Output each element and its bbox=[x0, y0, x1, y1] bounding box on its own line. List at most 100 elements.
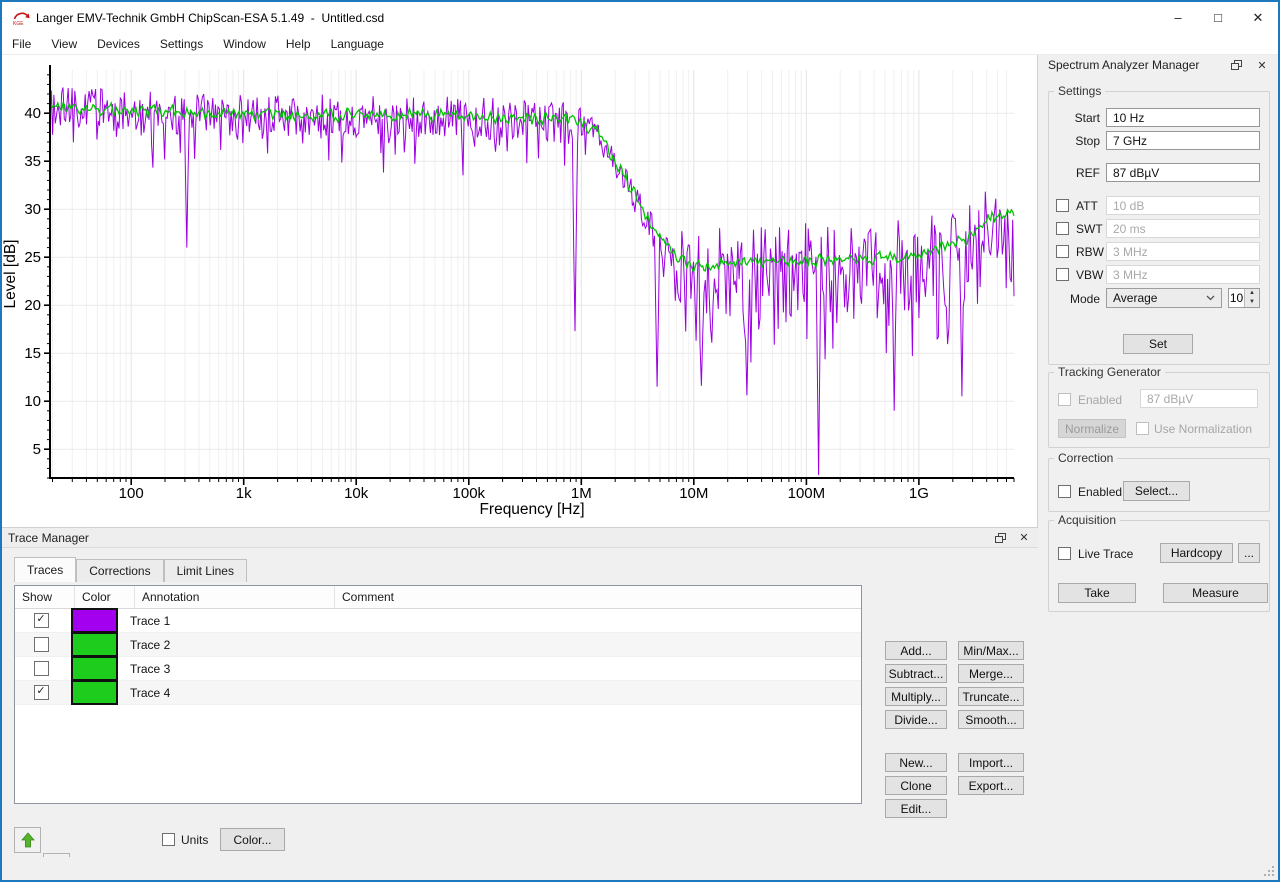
spectrum-panel-title-bar[interactable]: Spectrum Analyzer Manager ✕ bbox=[1040, 55, 1278, 75]
annotation-cell[interactable]: Trace 1 bbox=[123, 614, 322, 628]
att-checkbox[interactable] bbox=[1056, 199, 1069, 212]
show-checkbox[interactable]: ✓ bbox=[34, 685, 49, 700]
swt-label: SWT bbox=[1076, 222, 1103, 236]
svg-text:10k: 10k bbox=[344, 485, 369, 502]
menu-window[interactable]: Window bbox=[213, 34, 276, 54]
tab-corrections[interactable]: Corrections bbox=[76, 559, 163, 582]
acquisition-label: Acquisition bbox=[1054, 513, 1120, 527]
edit-button[interactable]: Edit... bbox=[885, 799, 947, 818]
spin-down-icon[interactable]: ▼ bbox=[1245, 298, 1259, 307]
swt-checkbox[interactable] bbox=[1056, 222, 1069, 235]
color-swatch[interactable] bbox=[71, 680, 118, 705]
average-count-spinner[interactable]: 10 ▲▼ bbox=[1228, 288, 1260, 308]
trace-manager-tabs: Traces Corrections Limit Lines bbox=[14, 559, 247, 582]
correction-select-button[interactable]: Select... bbox=[1123, 481, 1190, 501]
annotation-cell[interactable]: Trace 3 bbox=[123, 662, 322, 676]
mode-combobox[interactable]: Average bbox=[1106, 288, 1222, 308]
menu-file[interactable]: File bbox=[2, 34, 41, 54]
stop-label: Stop bbox=[1074, 134, 1100, 148]
correction-enabled-checkbox[interactable] bbox=[1058, 485, 1071, 498]
subtract-button[interactable]: Subtract... bbox=[885, 664, 947, 683]
menu-help[interactable]: Help bbox=[276, 34, 321, 54]
table-row[interactable]: ✓ Trace 1 bbox=[15, 609, 861, 633]
svg-text:10: 10 bbox=[24, 393, 41, 410]
trace-manager-title-bar[interactable]: Trace Manager ✕ bbox=[2, 528, 1038, 548]
col-color[interactable]: Color bbox=[75, 586, 135, 608]
color-swatch[interactable] bbox=[71, 608, 118, 633]
minmax-button[interactable]: Min/Max... bbox=[958, 641, 1024, 660]
svg-text:5: 5 bbox=[33, 441, 41, 458]
swt-input: 20 ms bbox=[1106, 219, 1260, 238]
table-row[interactable]: Trace 2 bbox=[15, 633, 861, 657]
menu-view[interactable]: View bbox=[41, 34, 87, 54]
hardcopy-button[interactable]: Hardcopy bbox=[1160, 543, 1233, 563]
resize-grip[interactable] bbox=[1262, 864, 1275, 877]
take-button[interactable]: Take bbox=[1058, 583, 1136, 603]
merge-button[interactable]: Merge... bbox=[958, 664, 1024, 683]
spectrum-analyzer-manager-panel: Spectrum Analyzer Manager ✕ Settings Sta… bbox=[1040, 55, 1278, 880]
annotation-cell[interactable]: Trace 2 bbox=[123, 638, 322, 652]
stop-input[interactable]: 7 GHz bbox=[1106, 131, 1260, 150]
spectrum-panel-title: Spectrum Analyzer Manager bbox=[1048, 58, 1199, 72]
close-panel-icon[interactable]: ✕ bbox=[1016, 531, 1032, 545]
hardcopy-more-button[interactable]: ... bbox=[1238, 543, 1260, 563]
divide-button[interactable]: Divide... bbox=[885, 710, 947, 729]
table-row[interactable]: ✓ Trace 4 bbox=[15, 681, 861, 705]
rbw-checkbox[interactable] bbox=[1056, 245, 1069, 258]
ref-input[interactable]: 87 dBµV bbox=[1106, 163, 1260, 182]
show-checkbox[interactable]: ✓ bbox=[34, 613, 49, 628]
clone-button[interactable]: Clone bbox=[885, 776, 947, 795]
measure-button[interactable]: Measure bbox=[1163, 583, 1268, 603]
col-annotation[interactable]: Annotation bbox=[135, 586, 335, 608]
table-row[interactable]: Trace 3 bbox=[15, 657, 861, 681]
menu-devices[interactable]: Devices bbox=[87, 34, 150, 54]
tracking-enabled-checkbox bbox=[1058, 393, 1071, 406]
use-normalization-label: Use Normalization bbox=[1154, 422, 1252, 436]
svg-text:100: 100 bbox=[119, 485, 144, 502]
vbw-checkbox[interactable] bbox=[1056, 268, 1069, 281]
maximize-button[interactable]: □ bbox=[1198, 2, 1238, 33]
export-button[interactable]: Export... bbox=[958, 776, 1024, 795]
set-button[interactable]: Set bbox=[1123, 334, 1193, 354]
menu-language[interactable]: Language bbox=[321, 34, 394, 54]
menu-settings[interactable]: Settings bbox=[150, 34, 213, 54]
new-button[interactable]: New... bbox=[885, 753, 947, 772]
tab-traces[interactable]: Traces bbox=[14, 557, 76, 582]
tab-limit-lines[interactable]: Limit Lines bbox=[164, 559, 247, 582]
col-show[interactable]: Show bbox=[15, 586, 75, 608]
svg-text:Frequency [Hz]: Frequency [Hz] bbox=[479, 501, 584, 518]
annotation-cell[interactable]: Trace 4 bbox=[123, 686, 322, 700]
close-panel-icon[interactable]: ✕ bbox=[1254, 58, 1270, 72]
show-checkbox[interactable] bbox=[34, 661, 49, 676]
float-panel-icon[interactable] bbox=[1228, 58, 1244, 72]
settings-group-label: Settings bbox=[1054, 84, 1105, 98]
svg-text:30: 30 bbox=[24, 201, 41, 218]
spin-up-icon[interactable]: ▲ bbox=[1245, 289, 1259, 298]
smooth-button[interactable]: Smooth... bbox=[958, 710, 1024, 729]
color-swatch[interactable] bbox=[71, 632, 118, 657]
add-button[interactable]: Add... bbox=[885, 641, 947, 660]
col-comment[interactable]: Comment bbox=[335, 586, 861, 608]
multiply-button[interactable]: Multiply... bbox=[885, 687, 947, 706]
start-input[interactable]: 10 Hz bbox=[1106, 108, 1260, 127]
app-logo-icon: KGE bbox=[12, 10, 32, 26]
chevron-down-icon bbox=[1206, 295, 1215, 301]
color-button[interactable]: Color... bbox=[220, 828, 285, 851]
import-button[interactable]: Import... bbox=[958, 753, 1024, 772]
units-checkbox[interactable] bbox=[162, 833, 175, 846]
mode-label: Mode bbox=[1068, 292, 1100, 306]
show-checkbox[interactable] bbox=[34, 637, 49, 652]
move-up-button[interactable] bbox=[14, 827, 41, 853]
minimize-button[interactable]: – bbox=[1158, 2, 1198, 33]
truncate-button[interactable]: Truncate... bbox=[958, 687, 1024, 706]
trace-manager-panel: Trace Manager ✕ Traces Corrections Limit… bbox=[2, 527, 1038, 857]
live-trace-checkbox[interactable] bbox=[1058, 547, 1071, 560]
color-swatch[interactable] bbox=[71, 656, 118, 681]
svg-text:Level [dB]: Level [dB] bbox=[2, 240, 19, 309]
close-button[interactable]: ✕ bbox=[1238, 2, 1278, 33]
title-bar[interactable]: KGE Langer EMV-Technik GmbH ChipScan-ESA… bbox=[2, 2, 1278, 33]
vbw-input: 3 MHz bbox=[1106, 265, 1260, 284]
float-panel-icon[interactable] bbox=[992, 531, 1008, 545]
svg-text:100k: 100k bbox=[453, 485, 486, 502]
trace-table: Show Color Annotation Comment ✓ Trace 1 … bbox=[14, 585, 862, 804]
